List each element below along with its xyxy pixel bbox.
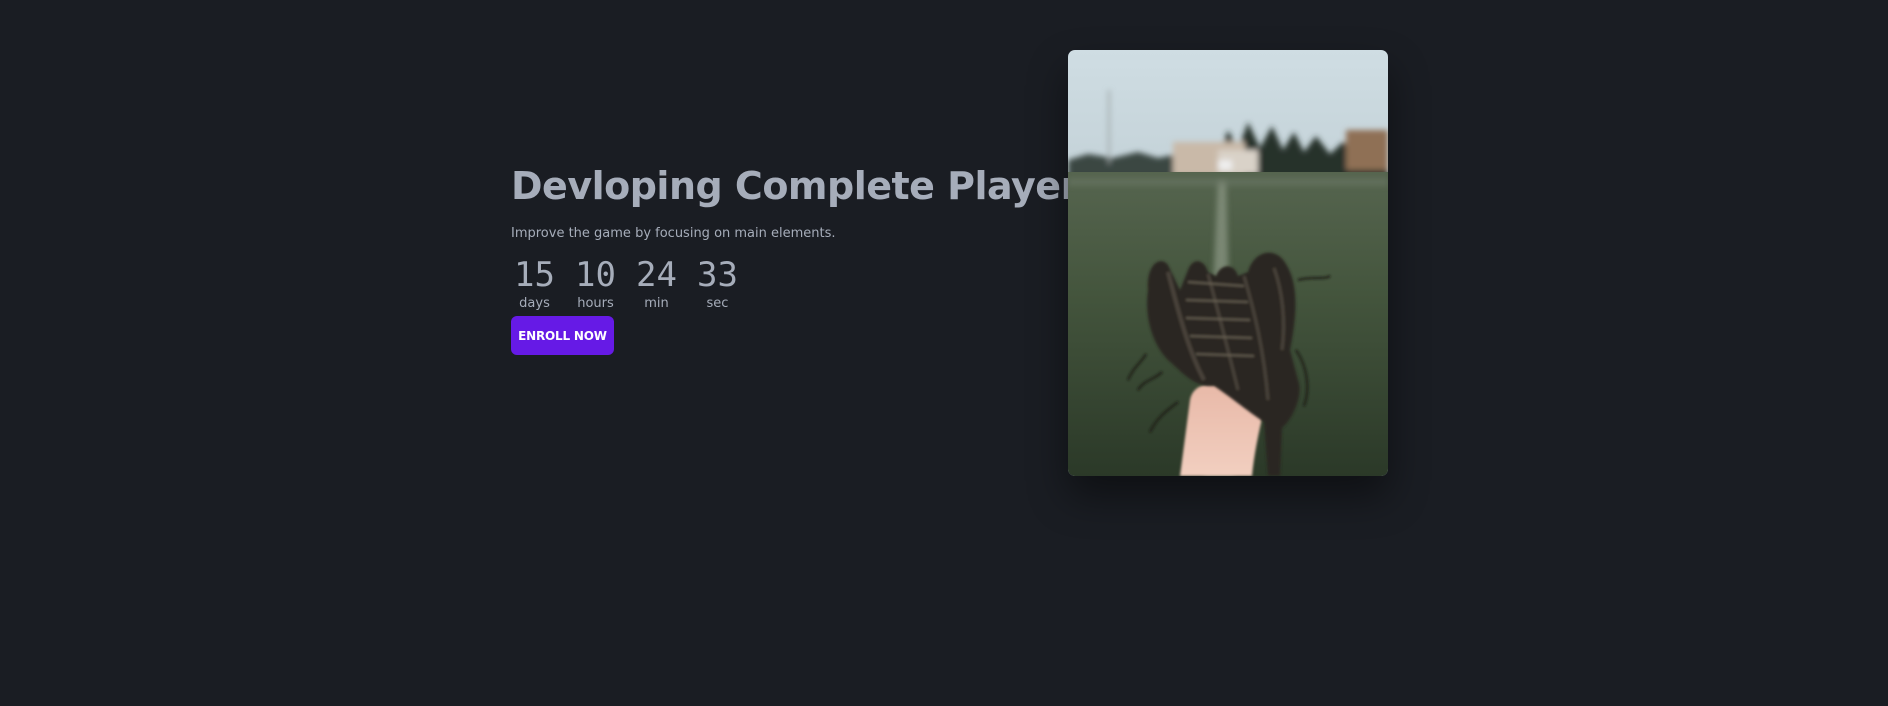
enroll-now-button[interactable]: ENROLL NOW bbox=[511, 316, 614, 355]
page: Devloping Complete Players! Improve the … bbox=[0, 0, 1888, 706]
countdown-sec: 33 sec bbox=[694, 256, 741, 312]
countdown-hours: 10 hours bbox=[572, 256, 619, 312]
countdown-days: 15 days bbox=[511, 256, 558, 312]
baseball-glove-photo bbox=[1068, 50, 1388, 476]
countdown-label: hours bbox=[577, 296, 614, 311]
hero-image bbox=[1068, 50, 1388, 476]
countdown-label: min bbox=[644, 296, 669, 311]
countdown: 15 days 10 hours 24 min 33 sec bbox=[511, 256, 1071, 312]
hero-subtitle: Improve the game by focusing on main ele… bbox=[511, 226, 836, 241]
countdown-value: 24 bbox=[636, 255, 677, 295]
countdown-label: days bbox=[519, 296, 550, 311]
countdown-min: 24 min bbox=[633, 256, 680, 312]
countdown-value: 33 bbox=[697, 255, 738, 295]
hero-content: Devloping Complete Players! Improve the … bbox=[511, 158, 1118, 355]
countdown-label: sec bbox=[706, 296, 729, 311]
countdown-value: 15 bbox=[514, 255, 555, 295]
countdown-value: 10 bbox=[575, 255, 616, 295]
hero-title: Devloping Complete Players! bbox=[511, 164, 1118, 208]
